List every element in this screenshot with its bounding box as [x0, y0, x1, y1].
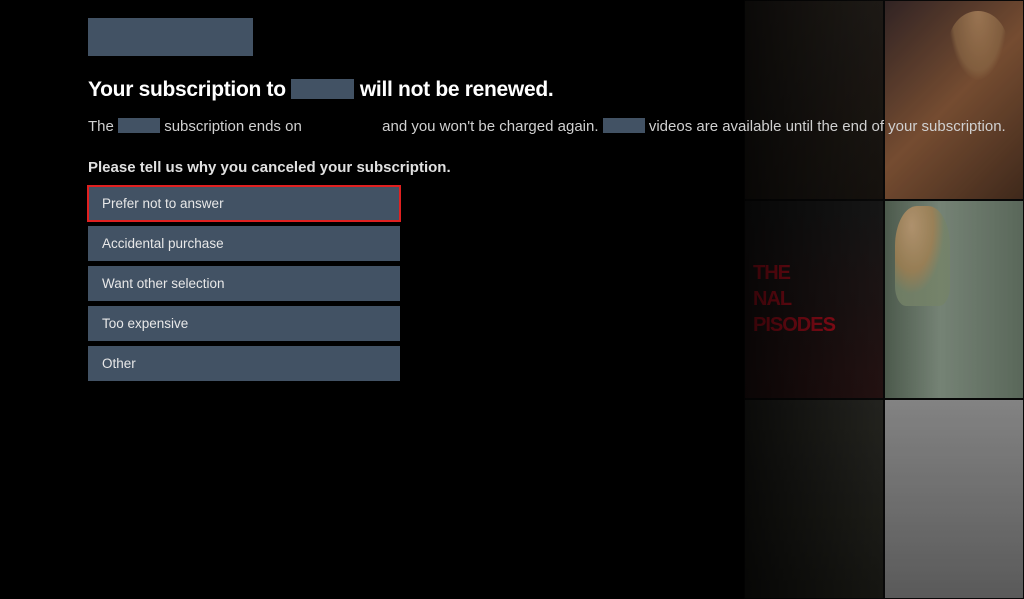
option-other[interactable]: Other [88, 346, 400, 381]
poster-tile [744, 399, 884, 599]
cancellation-reason-options: Prefer not to answer Accidental purchase… [88, 186, 400, 381]
option-want-other-selection[interactable]: Want other selection [88, 266, 400, 301]
option-accidental-purchase[interactable]: Accidental purchase [88, 226, 400, 261]
service-name-redacted [291, 79, 354, 99]
main-content: Your subscription to will not be renewed… [0, 0, 1024, 381]
cancellation-reason-prompt: Please tell us why you canceled your sub… [88, 159, 1024, 176]
option-too-expensive[interactable]: Too expensive [88, 306, 400, 341]
page-title: Your subscription to will not be renewed… [88, 78, 1024, 102]
info-part: videos are available until the end of yo… [649, 118, 1006, 135]
service-name-redacted [118, 118, 160, 133]
service-name-redacted [603, 118, 645, 133]
title-prefix: Your subscription to [88, 78, 286, 101]
poster-tile [884, 399, 1024, 599]
cancellation-info: The subscription ends on and you won't b… [88, 116, 1008, 139]
service-logo-redacted [88, 18, 253, 56]
option-prefer-not-to-answer[interactable]: Prefer not to answer [88, 186, 400, 221]
info-part: and you won't be charged again. [382, 118, 598, 135]
title-suffix: will not be renewed. [360, 78, 554, 101]
info-part: subscription ends on [164, 118, 302, 135]
info-part: The [88, 118, 114, 135]
